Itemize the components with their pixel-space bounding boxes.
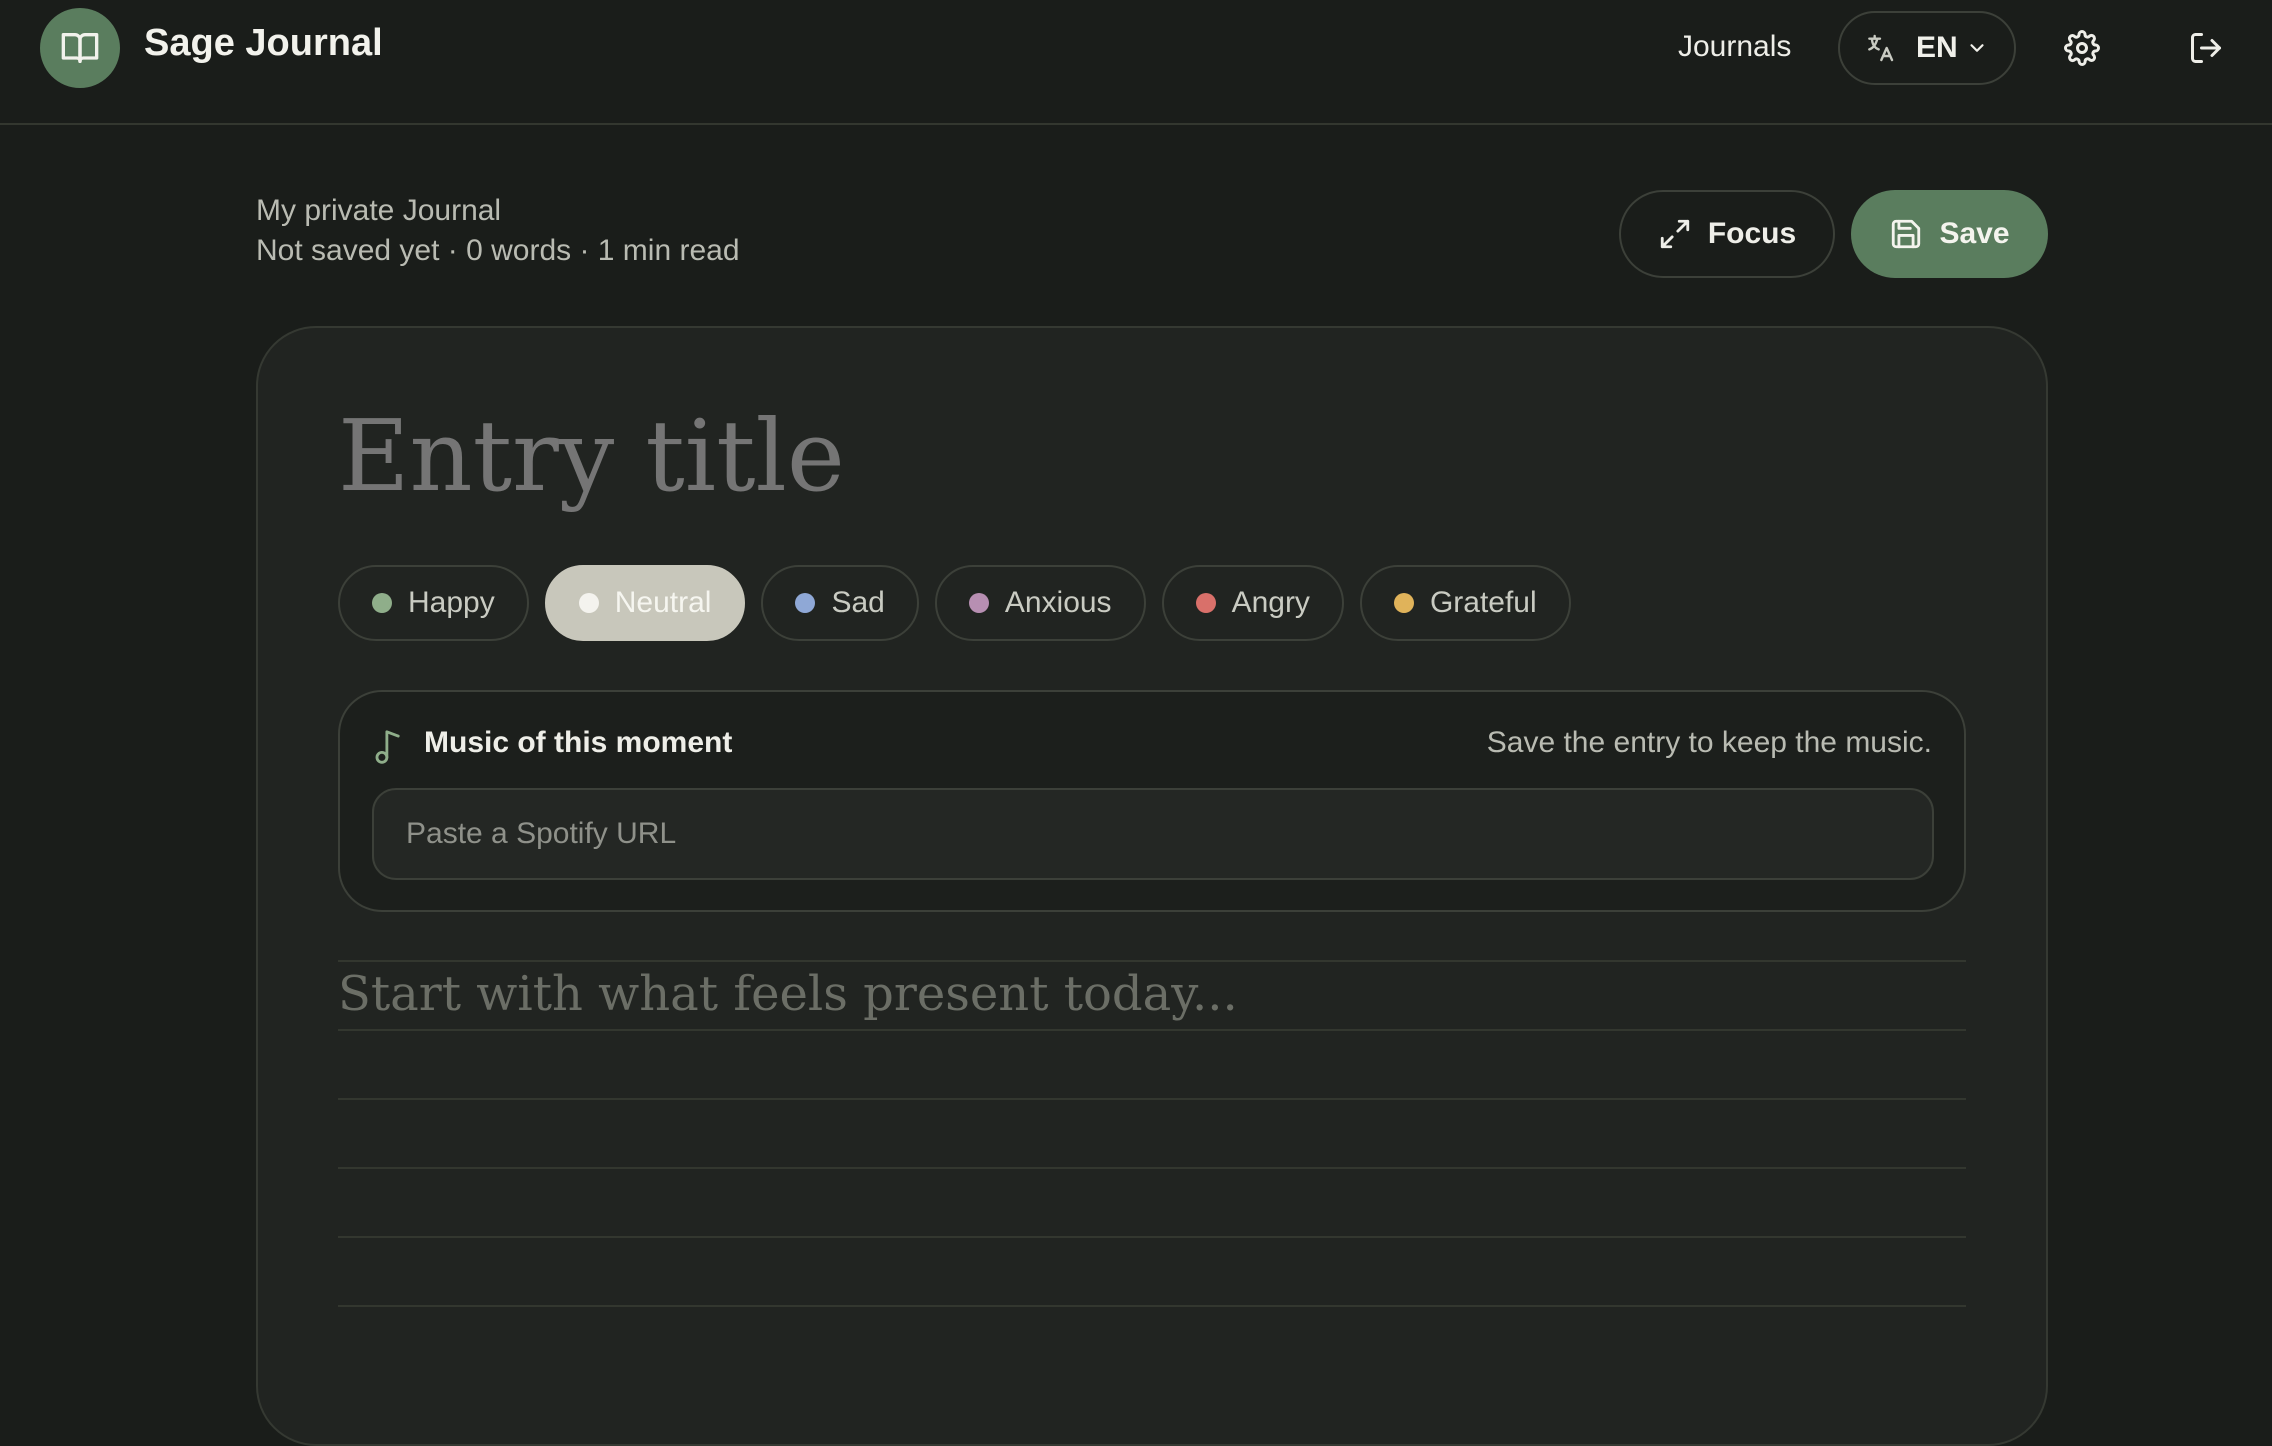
logout-button[interactable] (2176, 18, 2236, 78)
mood-label: Angry (1231, 586, 1310, 619)
mood-dot (968, 593, 989, 613)
book-open-icon (61, 33, 99, 63)
ruled-line (338, 1029, 1966, 1098)
mood-label: Happy (408, 586, 495, 619)
save-icon (1892, 219, 1921, 249)
music-panel: Music of this moment Save the entry to k… (338, 690, 1966, 912)
spotify-url-input[interactable] (372, 788, 1934, 880)
ruled-line (338, 1305, 1966, 1374)
mood-dot (1393, 593, 1414, 613)
gear-icon (2064, 30, 2100, 66)
lined-writing-area[interactable] (338, 960, 1966, 1374)
settings-button[interactable] (2052, 18, 2112, 78)
mood-dot (1195, 593, 1216, 613)
mood-selector: Happy Neutral Sad Anxious Angry Grateful (338, 565, 1571, 641)
logo[interactable] (40, 8, 120, 88)
logout-icon (2191, 33, 2221, 63)
ruled-line (338, 1167, 1966, 1236)
mood-dot (372, 593, 392, 613)
ruled-line (338, 1098, 1966, 1167)
mood-anxious[interactable]: Anxious (934, 565, 1146, 641)
mood-dot (578, 593, 599, 613)
brand-name: Sage Journal (144, 22, 383, 64)
language-selector[interactable]: EN (1838, 11, 2016, 85)
save-button-label: Save (1939, 217, 2010, 250)
music-note-icon (375, 730, 400, 764)
language-code: EN (1916, 31, 1958, 64)
mood-grateful[interactable]: Grateful (1359, 565, 1571, 641)
chevron-down-icon (1970, 44, 1984, 52)
translate-icon (1868, 34, 1894, 62)
mood-label: Neutral (614, 586, 712, 619)
mood-happy[interactable]: Happy (338, 565, 529, 641)
top-bar: Sage Journal Journals EN (0, 0, 2272, 125)
mood-dot (795, 593, 816, 613)
ruled-line (338, 1236, 1966, 1305)
save-button[interactable]: Save (1851, 190, 2048, 278)
music-title: Music of this moment (424, 726, 733, 759)
entry-status: Not saved yet · 0 words · 1 min read (256, 234, 740, 267)
entry-body-placeholder: Start with what feels present today... (338, 966, 1238, 1022)
entry-title-input[interactable] (338, 400, 1838, 514)
journal-name: My private Journal (256, 194, 502, 227)
focus-button[interactable]: Focus (1619, 190, 1835, 278)
mood-label: Anxious (1004, 586, 1112, 619)
mood-neutral[interactable]: Neutral (544, 565, 746, 641)
mood-label: Grateful (1429, 586, 1537, 619)
mood-sad[interactable]: Sad (761, 565, 919, 641)
expand-icon (1660, 219, 1689, 249)
mood-angry[interactable]: Angry (1161, 565, 1344, 641)
music-hint: Save the entry to keep the music. (1486, 726, 1932, 759)
focus-button-label: Focus (1707, 217, 1797, 250)
mood-label: Sad (831, 586, 885, 619)
nav-journals-link[interactable]: Journals (1678, 30, 1791, 64)
